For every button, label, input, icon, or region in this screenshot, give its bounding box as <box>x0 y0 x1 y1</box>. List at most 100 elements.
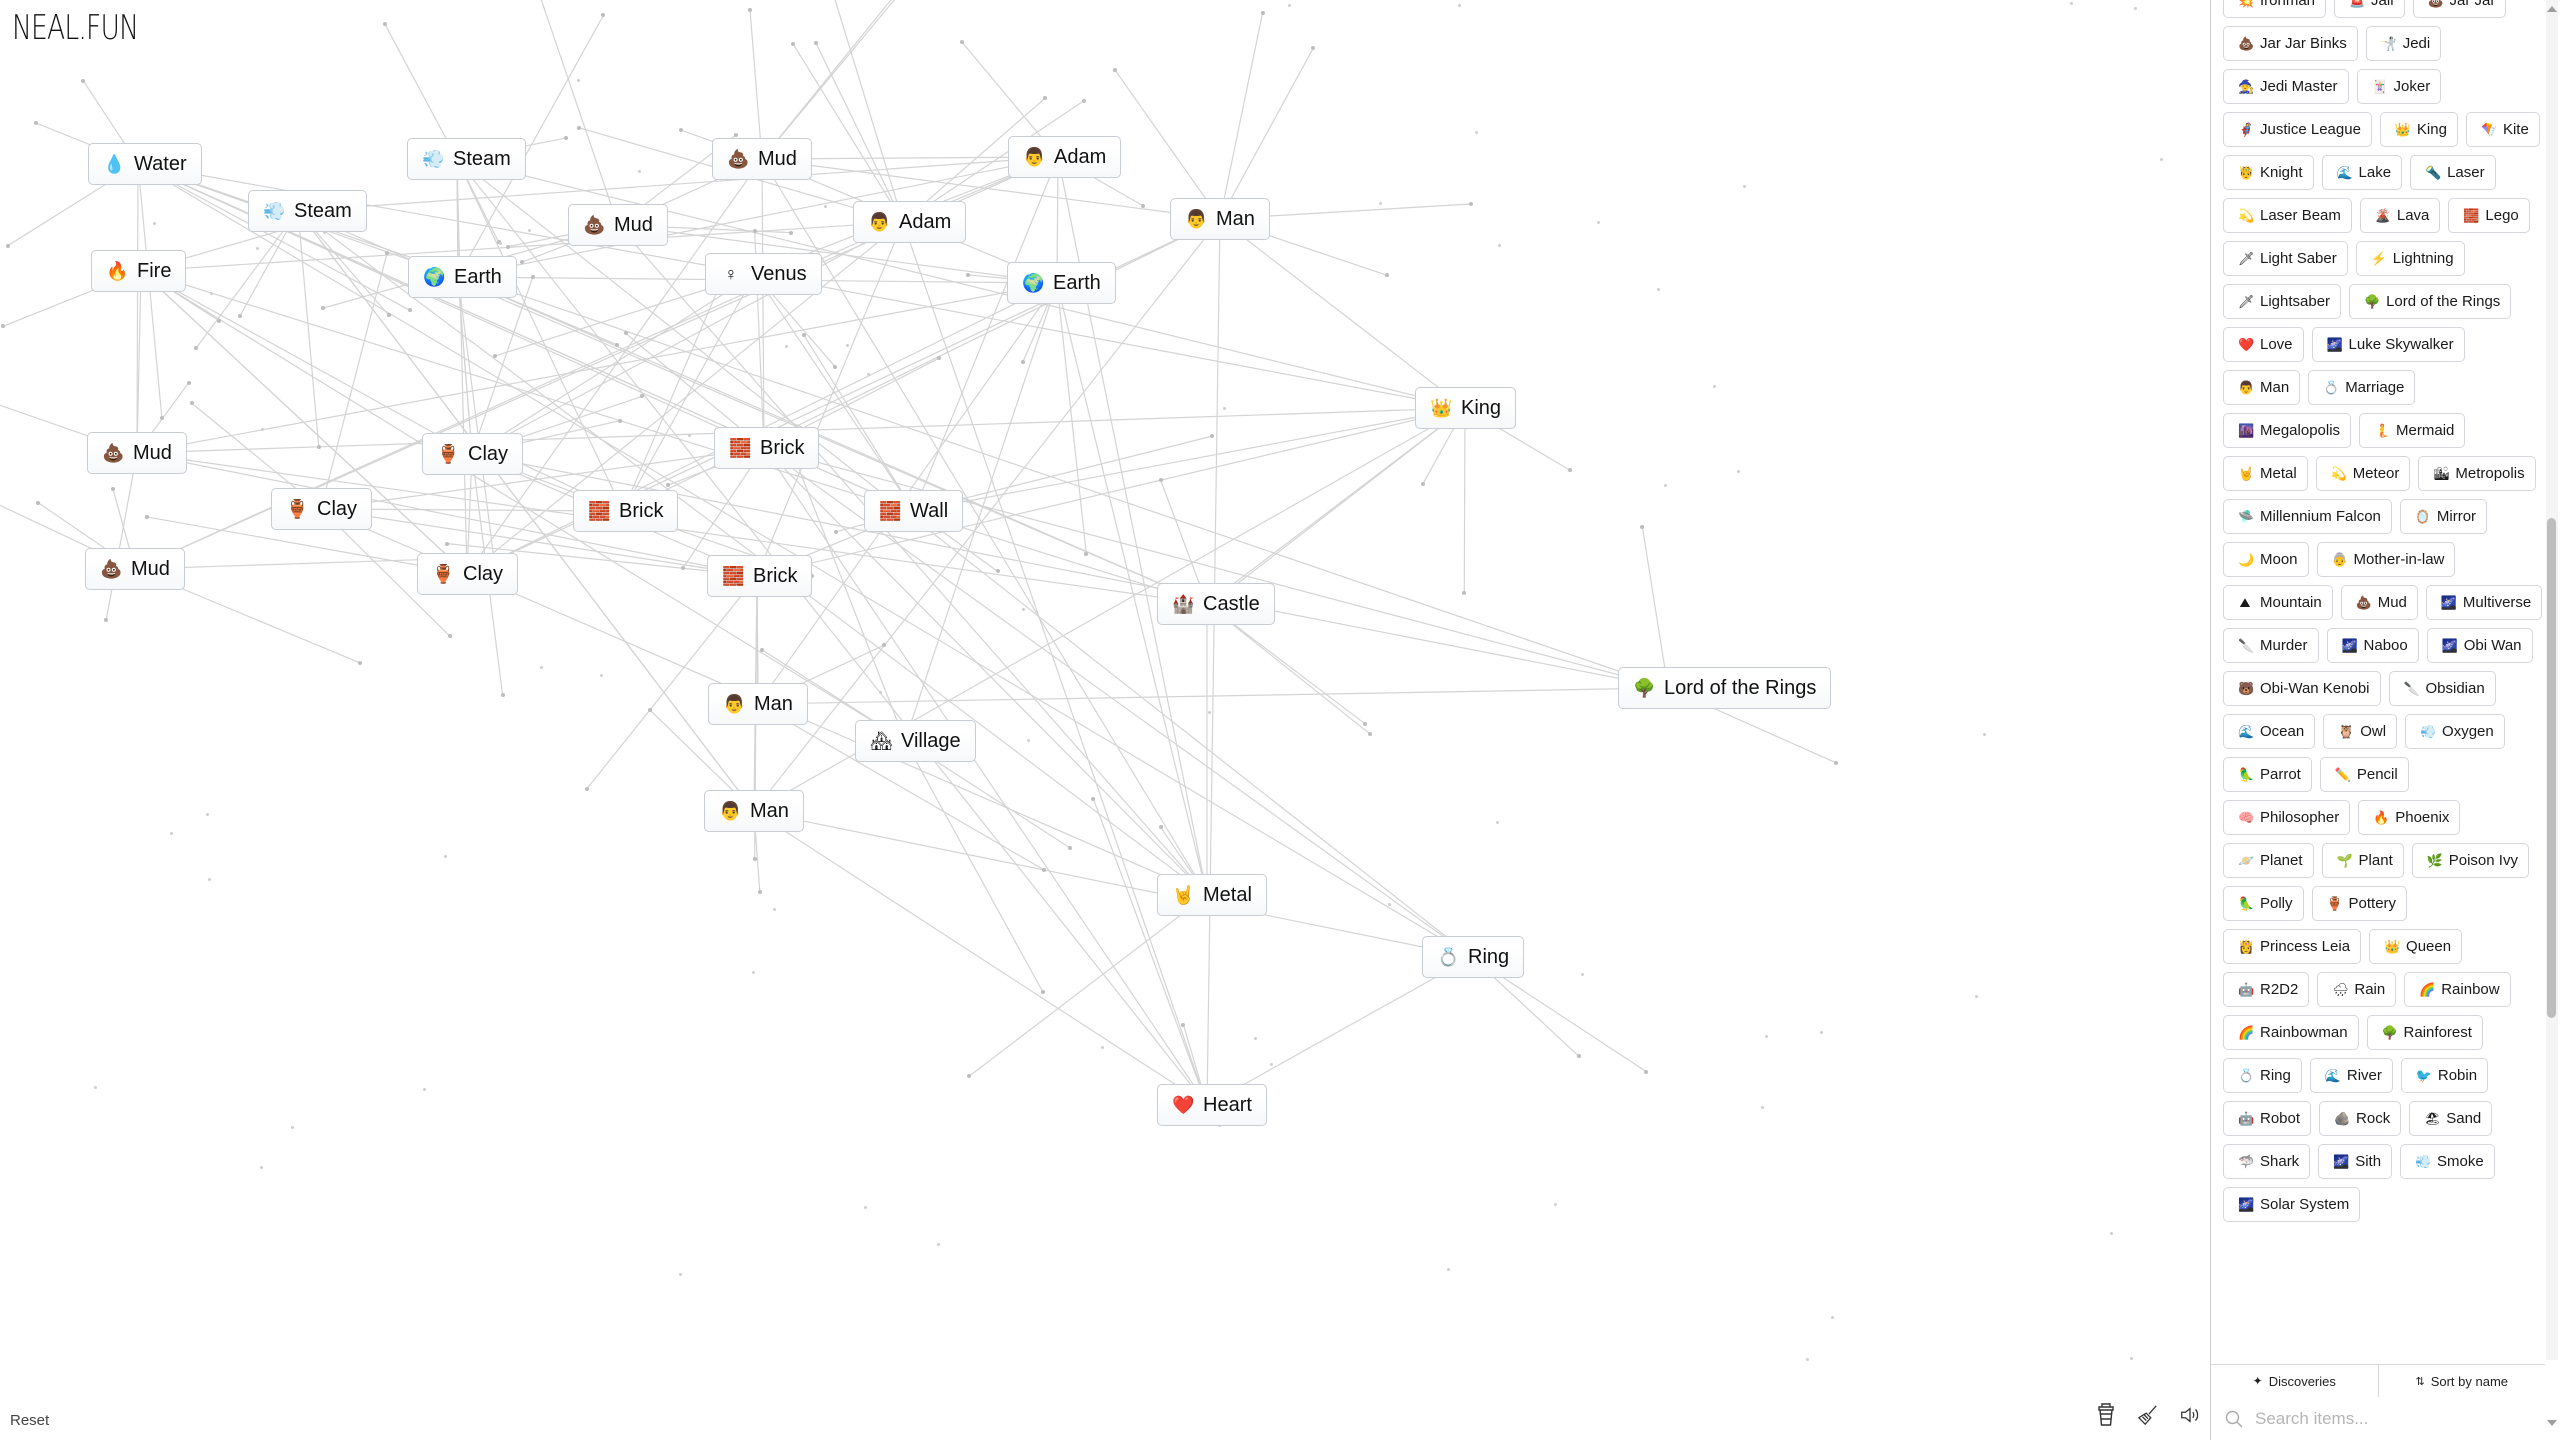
sidebar-item[interactable]: 🌳 Rainforest <box>2366 1015 2483 1050</box>
canvas-element[interactable]: 👨 Man <box>704 790 804 832</box>
sidebar-item[interactable]: 🌳 Lord of the Rings <box>2349 284 2512 319</box>
sidebar-scrollbar-thumb[interactable] <box>2547 518 2556 1018</box>
sidebar-item[interactable]: 👨 Man <box>2223 370 2301 405</box>
sidebar-item[interactable]: 🪨 Rock <box>2319 1101 2402 1136</box>
sidebar-item[interactable]: 👸 Princess Leia <box>2223 929 2362 964</box>
canvas-element[interactable]: ❤️ Heart <box>1157 1084 1267 1126</box>
canvas-element[interactable]: 🔥 Fire <box>91 250 187 292</box>
canvas-element[interactable]: 💩 Mud <box>712 138 812 180</box>
canvas-element[interactable]: 🧱 Brick <box>714 427 820 469</box>
sidebar-item[interactable]: ❤️ Love <box>2223 327 2304 362</box>
sidebar-item[interactable]: ✏️ Pencil <box>2319 757 2409 792</box>
sidebar-item[interactable]: 🐻 Obi-Wan Kenobi <box>2223 671 2381 706</box>
sidebar-item[interactable]: 🛸 Millennium Falcon <box>2223 499 2392 534</box>
sidebar-item[interactable]: 🌋 Lava <box>2359 198 2441 233</box>
sidebar-item[interactable]: 🤘 Metal <box>2223 456 2308 491</box>
sidebar-item[interactable]: 🤖 Robot <box>2223 1101 2312 1136</box>
sidebar-item[interactable]: 🌆 Megalopolis <box>2223 413 2352 448</box>
sidebar-item[interactable]: 🌈 Rainbowman <box>2223 1015 2359 1050</box>
sidebar-item[interactable]: ⛰ Mountain <box>2223 585 2333 620</box>
canvas-element[interactable]: 💧 Water <box>88 143 202 185</box>
canvas-element[interactable]: 🌍 Earth <box>1007 262 1116 304</box>
sidebar-item[interactable]: 🌙 Moon <box>2223 542 2309 577</box>
sidebar-item[interactable]: 🌧 Rain <box>2317 972 2397 1007</box>
canvas-element[interactable]: 🏺 Clay <box>422 433 524 475</box>
canvas-element[interactable]: 💍 Ring <box>1422 936 1525 978</box>
sidebar-item[interactable]: 🧱 Lego <box>2448 198 2530 233</box>
search-input[interactable] <box>2253 1407 2517 1430</box>
sidebar-item[interactable]: 🧜 Mermaid <box>2359 413 2466 448</box>
sidebar-item[interactable]: 🪁 Kite <box>2465 112 2540 147</box>
sidebar-item[interactable]: 💨 Smoke <box>2400 1144 2495 1179</box>
sidebar-item[interactable]: 🌊 Lake <box>2321 155 2403 190</box>
sidebar-item[interactable]: 🗡 Lightsaber <box>2223 284 2342 319</box>
sidebar-item[interactable]: 👵 Mother-in-law <box>2316 542 2456 577</box>
sidebar-item[interactable]: 🌌 Luke Skywalker <box>2311 327 2465 362</box>
canvas-element[interactable]: 💩 Mud <box>85 548 185 590</box>
sidebar-item[interactable]: 🌊 Ocean <box>2223 714 2316 749</box>
sidebar-item[interactable]: 🧙 Jedi Master <box>2223 69 2349 104</box>
sidebar-item[interactable]: 💥 Ironman <box>2223 0 2327 18</box>
craft-canvas[interactable]: 💧 Water 💨 Steam 💨 Steam 🔥 Fire 💩 Mud 💩 Mud 🌍 Earth ♀ Ve… <box>0 0 2210 1440</box>
sidebar-item[interactable]: 💫 Meteor <box>2315 456 2411 491</box>
sidebar-item[interactable]: 🚨 Jail <box>2334 0 2405 18</box>
canvas-element[interactable]: 🏺 Clay <box>271 488 373 530</box>
sidebar-item[interactable]: 🦉 Owl <box>2323 714 2398 749</box>
sidebar-item[interactable]: 💫 Laser Beam <box>2223 198 2352 233</box>
sidebar-item[interactable]: 🌊 River <box>2309 1058 2393 1093</box>
sidebar-item[interactable]: 💩 Jar Jar Binks <box>2223 26 2358 61</box>
sidebar-item[interactable]: 🔪 Murder <box>2223 628 2319 663</box>
canvas-element[interactable]: 👨 Man <box>1170 198 1270 240</box>
canvas-element[interactable]: 💨 Steam <box>407 138 526 180</box>
sidebar-item[interactable]: 🌌 Solar System <box>2223 1187 2361 1222</box>
canvas-element[interactable]: 💩 Mud <box>568 204 668 246</box>
sidebar-item[interactable]: ⚡ Lightning <box>2355 241 2465 276</box>
sidebar-item[interactable]: 🌌 Naboo <box>2326 628 2419 663</box>
canvas-element[interactable]: 🌍 Earth <box>408 256 517 298</box>
sidebar-item[interactable]: 🦜 Polly <box>2223 886 2304 921</box>
sidebar-item[interactable]: 🪞 Mirror <box>2399 499 2488 534</box>
sidebar-item[interactable]: 🦸 Justice League <box>2223 112 2372 147</box>
sidebar-item[interactable]: 🤖 R2D2 <box>2223 972 2310 1007</box>
sidebar-item[interactable]: 🌌 Multiverse <box>2425 585 2543 620</box>
sidebar-item[interactable]: 💍 Ring <box>2223 1058 2302 1093</box>
sidebar-item[interactable]: 🏖 Sand <box>2409 1101 2493 1136</box>
sidebar-item[interactable]: 🌌 Obi Wan <box>2426 628 2533 663</box>
broom-icon[interactable] <box>2137 1402 2159 1428</box>
sidebar-item[interactable]: 🌿 Poison Ivy <box>2411 843 2529 878</box>
canvas-element[interactable]: 🧱 Brick <box>573 490 679 532</box>
sidebar-item[interactable]: 🌱 Plant <box>2321 843 2404 878</box>
sidebar-item[interactable]: 🔦 Laser <box>2410 155 2496 190</box>
sidebar-item[interactable]: 👑 Queen <box>2369 929 2463 964</box>
sidebar-item[interactable]: 🪐 Planet <box>2223 843 2314 878</box>
scroll-up-arrow-icon[interactable] <box>2547 6 2557 12</box>
canvas-element[interactable]: 👨 Man <box>708 683 808 725</box>
sidebar-item[interactable]: 👑 King <box>2379 112 2458 147</box>
sidebar-item[interactable]: 🔥 Phoenix <box>2358 800 2461 835</box>
scroll-down-arrow-icon[interactable] <box>2547 1420 2557 1426</box>
canvas-element[interactable]: 🏺 Clay <box>417 553 519 595</box>
sort-by-name-button[interactable]: ⇅ Sort by name <box>2377 1365 2546 1397</box>
canvas-element[interactable]: 💩 Mud <box>87 432 187 474</box>
canvas-element[interactable]: 🤘 Metal <box>1157 874 1267 916</box>
canvas-element[interactable]: 👨 Adam <box>853 201 967 243</box>
sidebar-item[interactable]: 🦜 Parrot <box>2223 757 2312 792</box>
sidebar-item[interactable]: 🗡 Light Saber <box>2223 241 2348 276</box>
canvas-element[interactable]: 👑 King <box>1415 387 1517 429</box>
sidebar-item[interactable]: 🌈 Rainbow <box>2404 972 2511 1007</box>
sidebar-item[interactable]: 🔪 Obsidian <box>2388 671 2496 706</box>
sidebar-item[interactable]: 🤺 Jedi <box>2365 26 2442 61</box>
canvas-element[interactable]: 👨 Adam <box>1008 136 1122 178</box>
canvas-element[interactable]: 🌳 Lord of the Rings <box>1618 667 1832 709</box>
sidebar-item[interactable]: 💨 Oxygen <box>2405 714 2505 749</box>
sidebar-item[interactable]: 🃏 Joker <box>2356 69 2442 104</box>
sidebar-item[interactable]: 🤴 Knight <box>2223 155 2314 190</box>
sidebar-item[interactable]: 💩 Jar Jar <box>2412 0 2507 18</box>
sidebar-item[interactable]: 🌌 Sith <box>2318 1144 2393 1179</box>
sidebar-item[interactable]: 🧠 Philosopher <box>2223 800 2351 835</box>
canvas-element[interactable]: 🧱 Wall <box>864 490 964 532</box>
canvas-element[interactable]: 🧱 Brick <box>707 555 813 597</box>
neal-fun-logo[interactable]: NEAL.FUN <box>12 8 139 48</box>
canvas-element[interactable]: ♀ Venus <box>705 253 822 295</box>
sound-icon[interactable] <box>2179 1402 2201 1428</box>
